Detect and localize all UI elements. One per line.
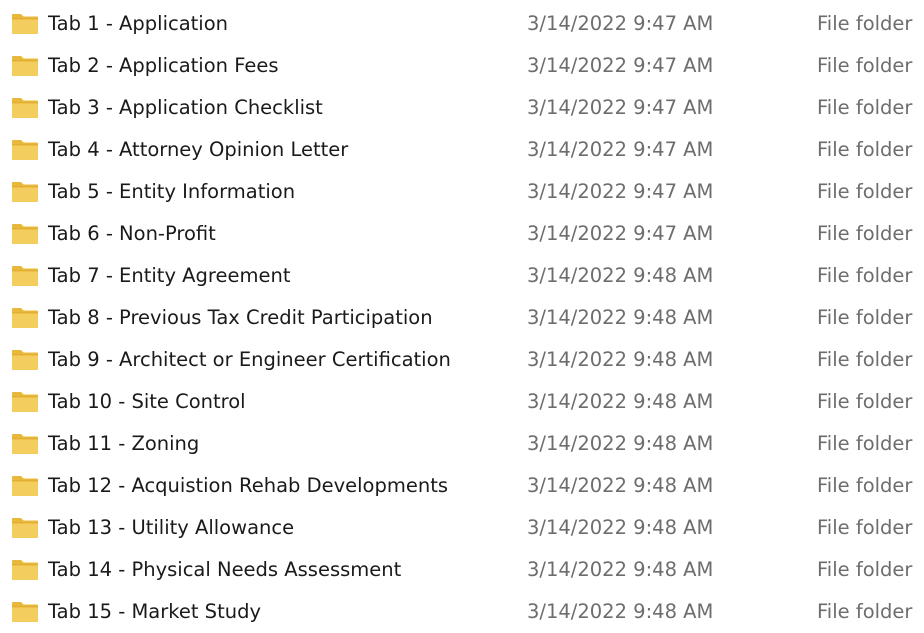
list-item[interactable]: Tab 7 - Entity Agreement 3/14/2022 9:48 A…: [0, 255, 924, 297]
folder-icon: [11, 349, 39, 371]
list-item[interactable]: Tab 3 - Application Checklist 3/14/2022 9…: [0, 87, 924, 129]
folder-icon: [11, 13, 39, 35]
file-type: File folder: [817, 12, 913, 35]
date-modified: 3/14/2022 9:48 AM: [527, 600, 714, 623]
list-item[interactable]: Tab 11 - Zoning 3/14/2022 9:48 AM File fol…: [0, 423, 924, 465]
date-modified: 3/14/2022 9:48 AM: [527, 516, 714, 539]
date-modified: 3/14/2022 9:47 AM: [527, 96, 714, 119]
file-type: File folder: [817, 600, 913, 623]
file-name[interactable]: Tab 10 - Site Control: [48, 390, 246, 414]
date-modified: 3/14/2022 9:47 AM: [527, 12, 714, 35]
file-type: File folder: [817, 264, 913, 287]
file-type: File folder: [817, 138, 913, 161]
file-name[interactable]: Tab 5 - Entity Information: [48, 180, 295, 204]
date-modified: 3/14/2022 9:48 AM: [527, 558, 714, 581]
file-name[interactable]: Tab 15 - Market Study: [48, 600, 261, 624]
folder-icon: [11, 223, 39, 245]
list-item[interactable]: Tab 10 - Site Control 3/14/2022 9:48 AM Fi…: [0, 381, 924, 423]
file-name[interactable]: Tab 13 - Utility Allowance: [48, 516, 294, 540]
folder-icon: [11, 181, 39, 203]
folder-icon: [11, 265, 39, 287]
file-type: File folder: [817, 516, 913, 539]
folder-icon: [11, 55, 39, 77]
file-type: File folder: [817, 180, 913, 203]
folder-icon: [11, 139, 39, 161]
folder-icon: [11, 97, 39, 119]
list-item[interactable]: Tab 5 - Entity Information 3/14/2022 9:47…: [0, 171, 924, 213]
file-type: File folder: [817, 390, 913, 413]
list-item[interactable]: Tab 12 - Acquistion Rehab Developments 3/…: [0, 465, 924, 507]
file-name[interactable]: Tab 2 - Application Fees: [48, 54, 279, 78]
list-item[interactable]: Tab 15 - Market Study 3/14/2022 9:48 AM Fi…: [0, 591, 924, 633]
list-item[interactable]: Tab 4 - Attorney Opinion Letter 3/14/2022…: [0, 129, 924, 171]
folder-icon: [11, 433, 39, 455]
list-item[interactable]: Tab 8 - Previous Tax Credit Participatio…: [0, 297, 924, 339]
date-modified: 3/14/2022 9:47 AM: [527, 54, 714, 77]
file-name[interactable]: Tab 11 - Zoning: [48, 432, 199, 456]
date-modified: 3/14/2022 9:47 AM: [527, 138, 714, 161]
file-name[interactable]: Tab 9 - Architect or Engineer Certificat…: [48, 348, 451, 372]
file-type: File folder: [817, 96, 913, 119]
list-item[interactable]: Tab 14 - Physical Needs Assessment 3/14/2…: [0, 549, 924, 591]
file-name[interactable]: Tab 3 - Application Checklist: [48, 96, 323, 120]
date-modified: 3/14/2022 9:48 AM: [527, 348, 714, 371]
folder-icon: [11, 475, 39, 497]
file-name[interactable]: Tab 14 - Physical Needs Assessment: [48, 558, 401, 582]
file-type: File folder: [817, 54, 913, 77]
file-type: File folder: [817, 474, 913, 497]
file-name[interactable]: Tab 4 - Attorney Opinion Letter: [48, 138, 348, 162]
file-type: File folder: [817, 432, 913, 455]
folder-icon: [11, 517, 39, 539]
file-name[interactable]: Tab 6 - Non-Profit: [48, 222, 216, 246]
folder-icon: [11, 307, 39, 329]
date-modified: 3/14/2022 9:47 AM: [527, 222, 714, 245]
folder-icon: [11, 559, 39, 581]
date-modified: 3/14/2022 9:48 AM: [527, 432, 714, 455]
list-item[interactable]: Tab 9 - Architect or Engineer Certificat…: [0, 339, 924, 381]
date-modified: 3/14/2022 9:48 AM: [527, 264, 714, 287]
list-item[interactable]: Tab 6 - Non-Profit 3/14/2022 9:47 AM File …: [0, 213, 924, 255]
file-type: File folder: [817, 306, 913, 329]
file-type: File folder: [817, 558, 913, 581]
folder-icon: [11, 601, 39, 623]
date-modified: 3/14/2022 9:48 AM: [527, 474, 714, 497]
file-type: File folder: [817, 222, 913, 245]
file-name[interactable]: Tab 1 - Application: [48, 12, 228, 36]
list-item[interactable]: Tab 1 - Application 3/14/2022 9:47 AM File…: [0, 3, 924, 45]
list-item[interactable]: Tab 13 - Utility Allowance 3/14/2022 9:48…: [0, 507, 924, 549]
file-type: File folder: [817, 348, 913, 371]
folder-icon: [11, 391, 39, 413]
file-name[interactable]: Tab 8 - Previous Tax Credit Participatio…: [48, 306, 433, 330]
file-list: Tab 1 - Application 3/14/2022 9:47 AM File…: [0, 3, 924, 633]
file-name[interactable]: Tab 12 - Acquistion Rehab Developments: [48, 474, 448, 498]
date-modified: 3/14/2022 9:47 AM: [527, 180, 714, 203]
file-name[interactable]: Tab 7 - Entity Agreement: [48, 264, 290, 288]
list-item[interactable]: Tab 2 - Application Fees 3/14/2022 9:47 A…: [0, 45, 924, 87]
date-modified: 3/14/2022 9:48 AM: [527, 306, 714, 329]
date-modified: 3/14/2022 9:48 AM: [527, 390, 714, 413]
